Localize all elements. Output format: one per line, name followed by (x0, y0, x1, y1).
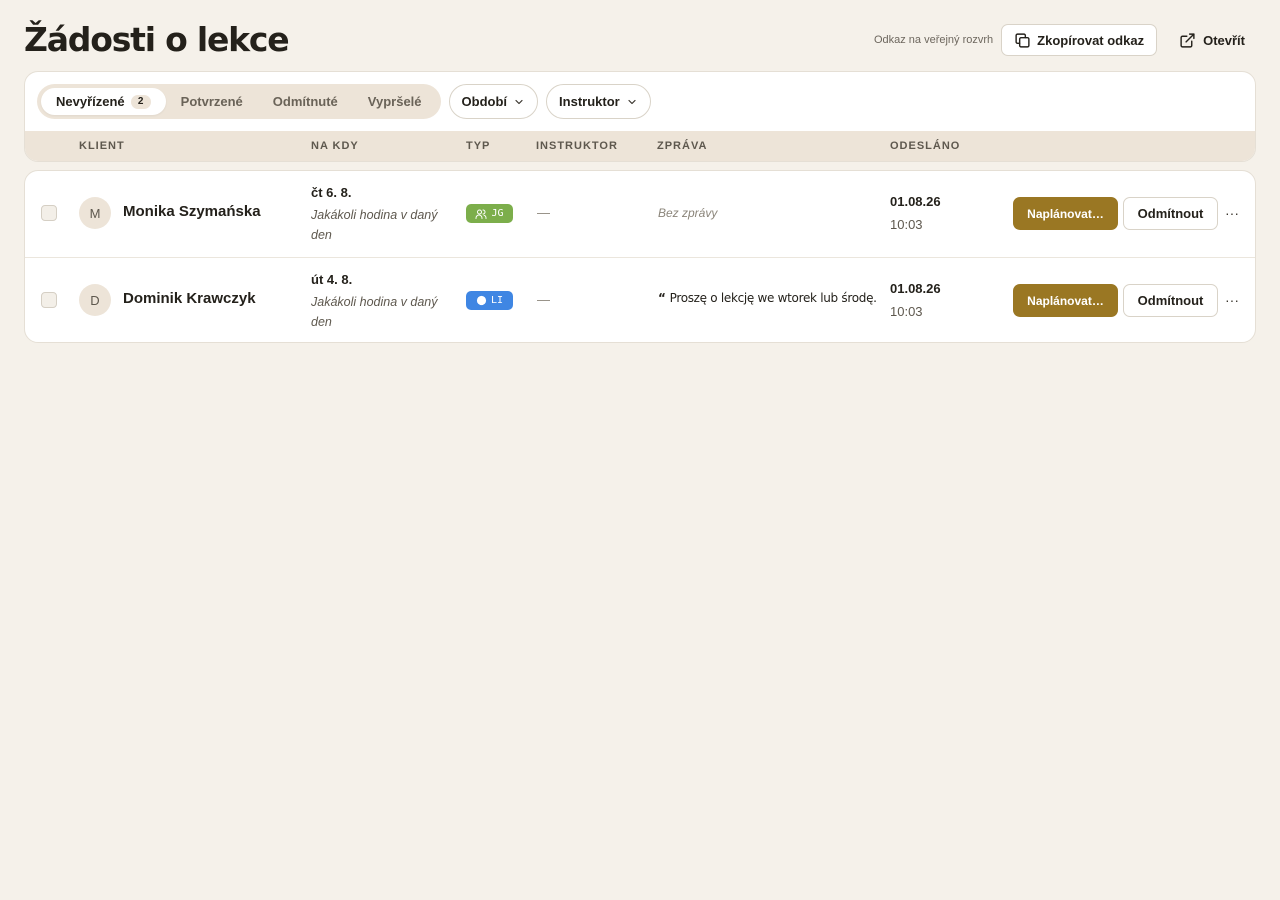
column-header-sent[interactable]: ODESLÁNO (890, 140, 960, 152)
instructor-value: — (537, 205, 550, 220)
copy-icon (1014, 32, 1031, 49)
requests-table: M Monika Szymańska čt 6. 8. Jakákoli hod… (24, 170, 1256, 343)
sent-date: 01.08.26 (890, 194, 941, 209)
client-name[interactable]: Monika Szymańska (123, 203, 261, 220)
column-header-instructor[interactable]: INSTRUKTOR (536, 140, 618, 152)
schedule-button[interactable]: Naplánovat… (1013, 284, 1118, 317)
sent-date: 01.08.26 (890, 281, 941, 296)
type-badge: LI (466, 291, 513, 310)
tab-pending-label: Nevyřízené (56, 94, 125, 109)
pending-count-badge: 2 (130, 94, 151, 109)
tab-rejected[interactable]: Odmítnuté (258, 88, 353, 115)
period-dropdown[interactable]: Období (448, 84, 539, 119)
tab-expired[interactable]: Vypršelé (353, 88, 437, 115)
period-label: Období (461, 94, 508, 109)
table-row: D Dominik Krawczyk út 4. 8. Jakákoli hod… (25, 257, 1255, 342)
filter-row: Nevyřízené 2 Potvrzené Odmítnuté Vypršel… (37, 84, 651, 119)
reject-button[interactable]: Odmítnout (1123, 284, 1218, 317)
status-tabs: Nevyřízené 2 Potvrzené Odmítnuté Vypršel… (37, 84, 441, 119)
requested-time-note: Jakákoli hodina v daný den (311, 295, 438, 329)
tab-expired-label: Vypršelé (367, 94, 422, 109)
public-link-label: Odkaz na veřejný rozvrh (873, 34, 994, 46)
quote-icon: “ (658, 291, 666, 305)
type-badge: JG (466, 204, 513, 223)
tab-pending[interactable]: Nevyřízené 2 (41, 88, 166, 115)
page: Žádosti o lekce Odkaz na veřejný rozvrh … (0, 0, 1280, 900)
filter-card: Nevyřízené 2 Potvrzené Odmítnuté Vypršel… (24, 71, 1256, 162)
copy-link-button[interactable]: Zkopírovat odkaz (1001, 24, 1158, 56)
table-row: M Monika Szymańska čt 6. 8. Jakákoli hod… (25, 171, 1255, 257)
schedule-button[interactable]: Naplánovat… (1013, 197, 1118, 230)
type-code: JG (491, 208, 504, 219)
avatar: M (79, 197, 111, 229)
table-header: KLIENT NA KDY TYP INSTRUKTOR ZPRÁVA ODES… (25, 131, 1255, 161)
client-name[interactable]: Dominik Krawczyk (123, 290, 256, 307)
avatar: D (79, 284, 111, 316)
column-header-client[interactable]: KLIENT (79, 140, 125, 152)
instructor-value: — (537, 292, 550, 307)
sent-time: 10:03 (890, 304, 923, 319)
row-checkbox[interactable] (41, 205, 57, 221)
tab-confirmed-label: Potvrzené (180, 94, 243, 109)
tab-confirmed[interactable]: Potvrzené (166, 88, 258, 115)
tab-rejected-label: Odmítnuté (272, 94, 338, 109)
message-text: “Proszę o lekcję we wtorek lub środę. (658, 291, 877, 305)
external-link-icon (1179, 32, 1196, 49)
message-empty: Bez zprávy (658, 206, 718, 220)
more-options-icon[interactable]: ··· (1221, 201, 1243, 225)
reject-button[interactable]: Odmítnout (1123, 197, 1218, 230)
requested-date: út 4. 8. (311, 272, 353, 287)
instructor-filter-label: Instruktor (559, 94, 620, 109)
person-icon (476, 295, 487, 306)
requested-date: čt 6. 8. (311, 185, 352, 200)
instructor-dropdown[interactable]: Instruktor (546, 84, 651, 119)
chevron-down-icon (513, 96, 525, 108)
message-body: Proszę o lekcję we wtorek lub środę. (669, 291, 877, 305)
chevron-down-icon (626, 96, 638, 108)
page-title: Žádosti o lekce (24, 20, 290, 59)
open-label: Otevřít (1203, 32, 1245, 48)
copy-link-label: Zkopírovat odkaz (1037, 32, 1145, 48)
header-actions: Odkaz na veřejný rozvrh Zkopírovat odkaz… (874, 24, 1256, 56)
row-checkbox[interactable] (41, 292, 57, 308)
column-header-type[interactable]: TYP (466, 140, 490, 152)
more-options-icon[interactable]: ··· (1221, 288, 1243, 312)
column-header-when[interactable]: NA KDY (311, 140, 359, 152)
users-icon (475, 208, 487, 220)
open-button[interactable]: Otevřít (1165, 24, 1256, 56)
requested-time-note: Jakákoli hodina v daný den (311, 208, 438, 242)
column-header-message[interactable]: ZPRÁVA (657, 140, 707, 152)
type-code: LI (490, 295, 504, 306)
sent-time: 10:03 (890, 217, 923, 232)
